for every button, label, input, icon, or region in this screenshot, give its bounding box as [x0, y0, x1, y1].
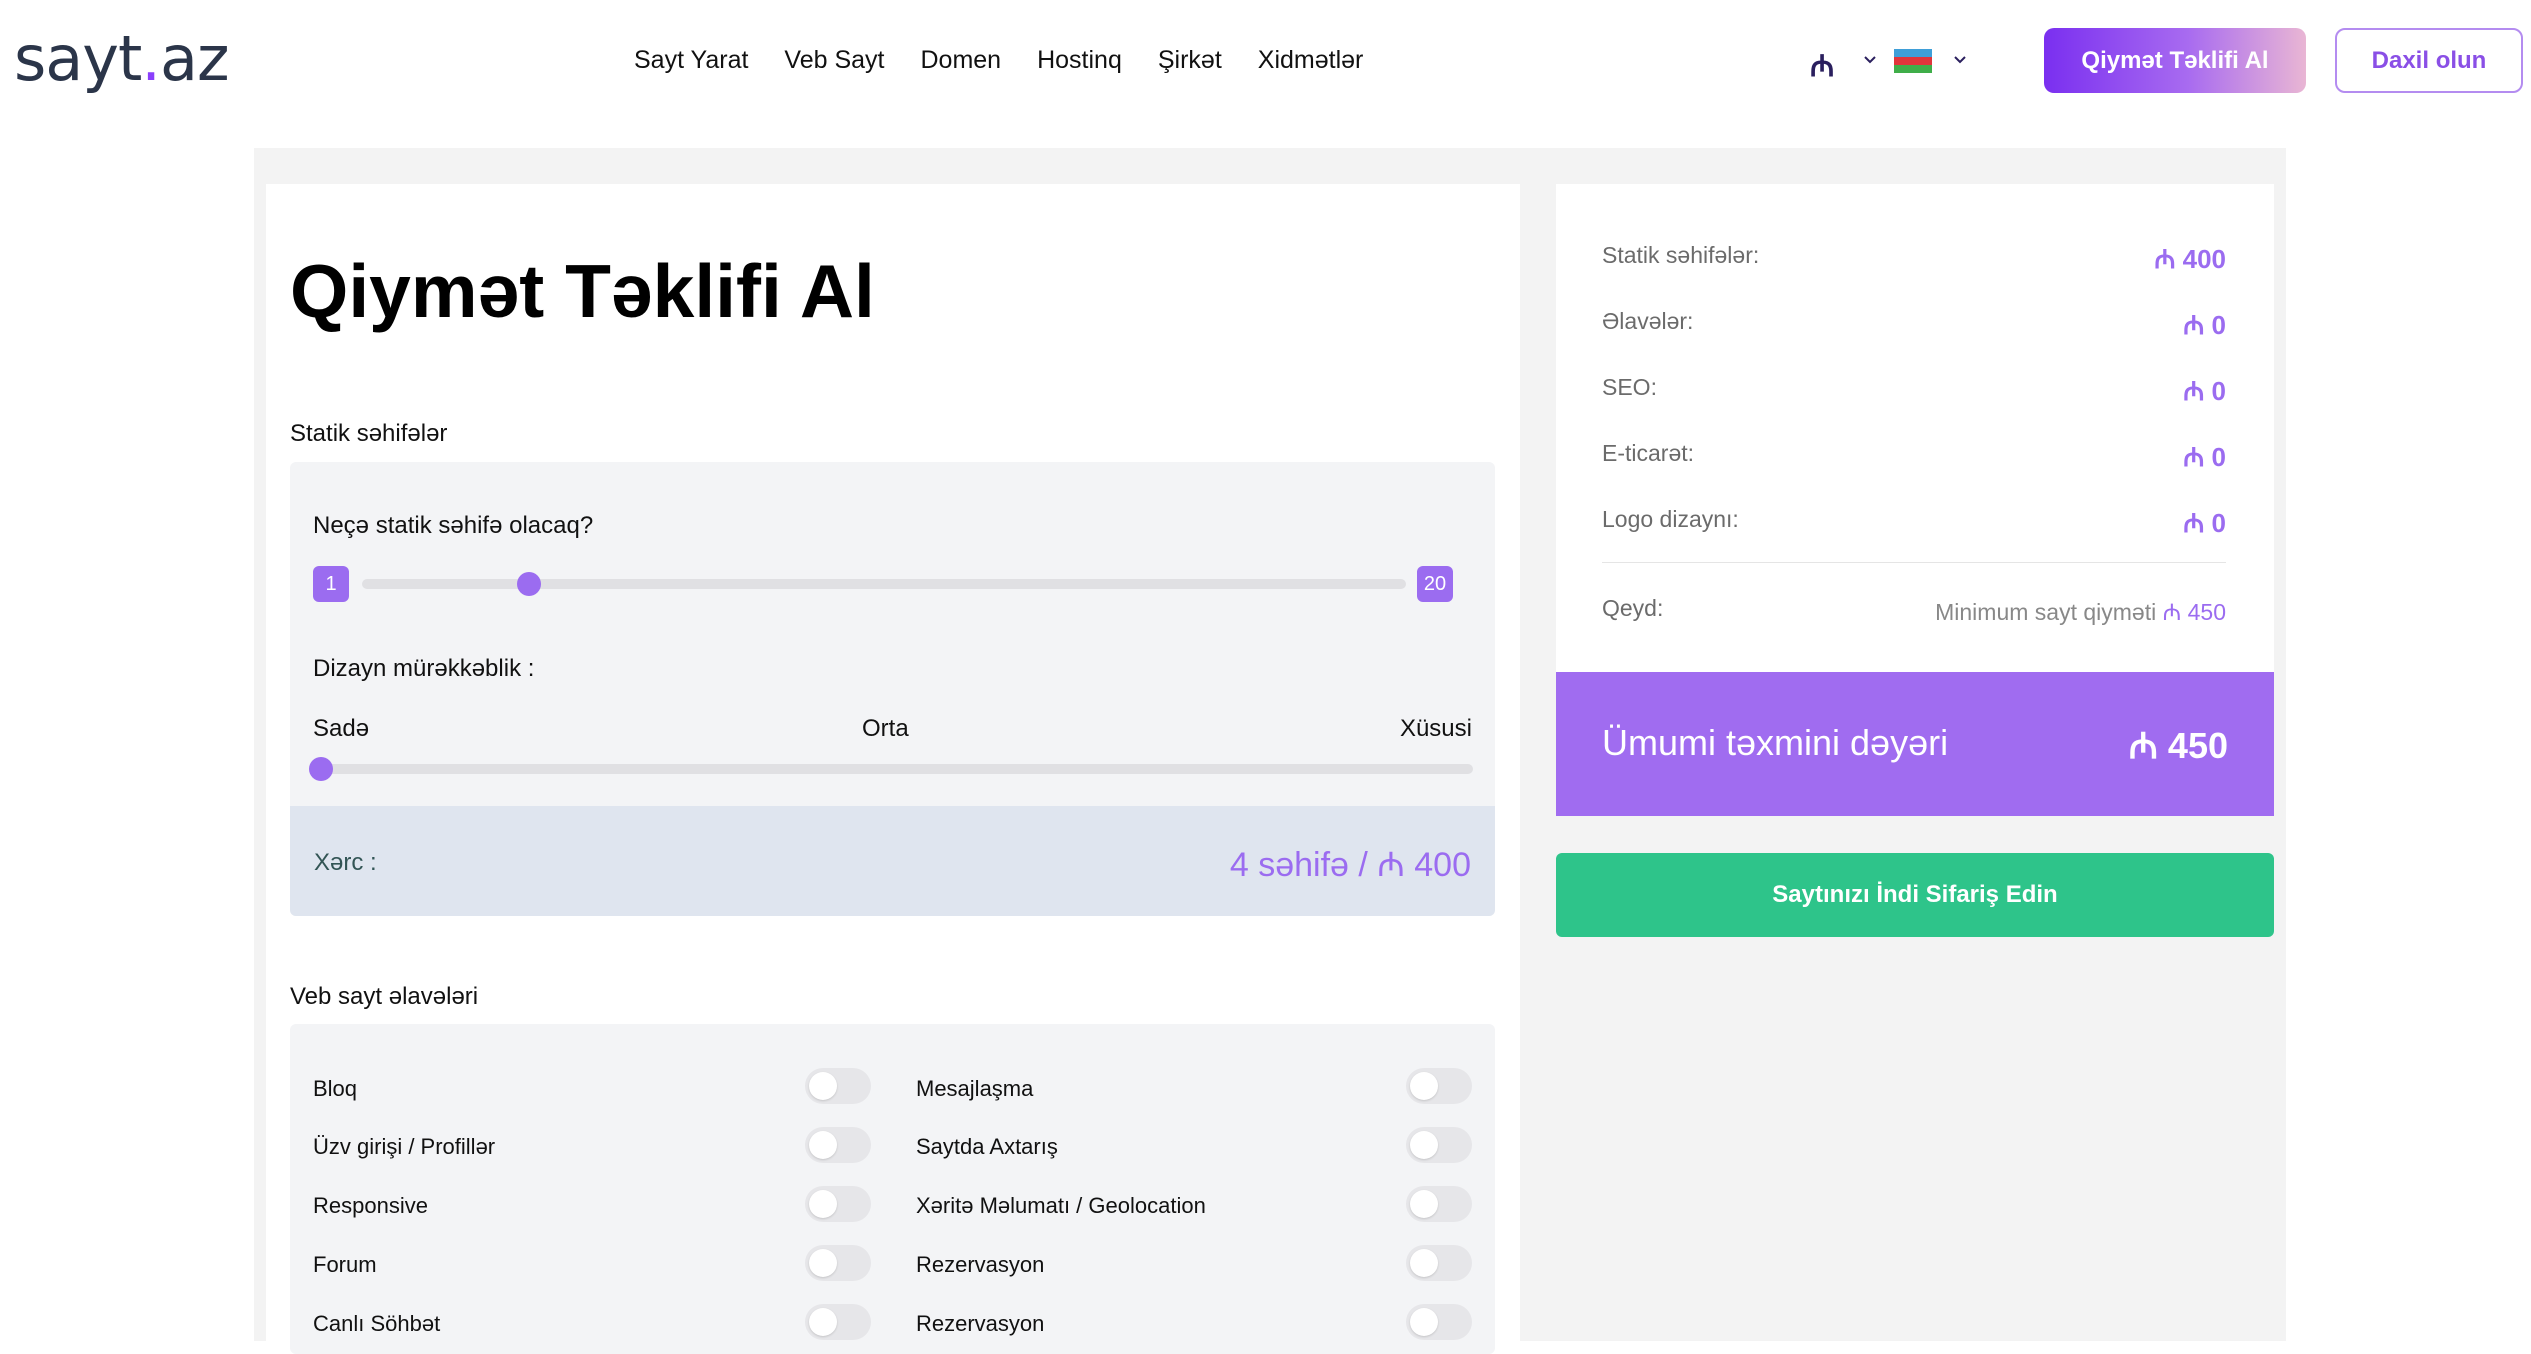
summary-label: Əlavələr:	[1602, 308, 1694, 334]
logo-text-main: sayt	[14, 22, 142, 95]
addon-label: Mesajlaşma	[916, 1076, 1034, 1101]
logo-text-tld: az	[160, 22, 230, 95]
nav-item-hostinq[interactable]: Hostinq	[1037, 46, 1122, 75]
summary-label: E-ticarət:	[1602, 440, 1695, 466]
design-level-custom: Xüsusi	[1399, 715, 1472, 742]
addon-label: Canlı Söhbət	[313, 1311, 441, 1336]
chevron-down-icon[interactable]	[1860, 50, 1880, 70]
summary-value: ₼ 0	[2183, 376, 2226, 406]
pages-min-badge: 1	[313, 566, 349, 602]
main-nav: Sayt Yarat Veb Sayt Domen Hostinq Şirkət…	[634, 46, 1363, 75]
addon-label: Saytda Axtarış	[916, 1134, 1058, 1159]
addon-label: Xəritə Məlumatı / Geolocation	[916, 1193, 1206, 1218]
summary-label: Statik səhifələr:	[1602, 242, 1760, 268]
summary-row-seo: SEO: ₼ 0	[1602, 368, 2226, 408]
summary-value: ₼ 0	[2183, 442, 2226, 472]
note-label: Qeyd:	[1602, 595, 1664, 621]
addon-toggle-responsive[interactable]	[805, 1186, 871, 1222]
pages-max-badge: 20	[1417, 566, 1453, 602]
addon-toggle-live-chat[interactable]	[805, 1304, 871, 1340]
get-quote-button[interactable]: Qiymət Təklifi Al	[2044, 28, 2306, 93]
addon-label: Üzv girişi / Profillər	[313, 1134, 496, 1159]
addon-toggle-forum[interactable]	[805, 1245, 871, 1281]
summary-divider	[1602, 562, 2226, 563]
logo-dot: .	[141, 22, 161, 95]
summary-value: ₼ 400	[2154, 244, 2226, 274]
addon-toggle-reservation-2[interactable]	[1406, 1304, 1472, 1340]
summary-row-addons: Əlavələr: ₼ 0	[1602, 302, 2226, 342]
cost-summary-bar: Xərc : 4 səhifə / ₼ 400	[290, 806, 1495, 916]
note-text: Minimum sayt qiyməti ₼ 450	[1935, 595, 2226, 627]
total-label: Ümumi təxmini dəyəri	[1602, 722, 1949, 763]
page-title: Qiymət Təklifi Al	[290, 249, 875, 333]
chevron-down-icon[interactable]	[1950, 50, 1970, 70]
cost-label: Xərc :	[314, 849, 377, 876]
addon-label: Bloq	[313, 1076, 358, 1101]
addon-label: Responsive	[313, 1193, 428, 1218]
note-amount: ₼ 450	[2162, 599, 2226, 625]
summary-value: ₼ 0	[2183, 508, 2226, 538]
design-complexity-label: Dizayn mürəkkəblik :	[313, 655, 535, 682]
nav-item-sirket[interactable]: Şirkət	[1158, 46, 1222, 75]
cost-value: 4 səhifə / ₼ 400	[1229, 846, 1471, 884]
addon-toggle-site-search[interactable]	[1406, 1127, 1472, 1163]
nav-item-domen[interactable]: Domen	[921, 46, 1002, 75]
addon-label: Forum	[313, 1252, 377, 1277]
summary-row-static-pages: Statik səhifələr: ₼ 400	[1602, 236, 2226, 276]
pages-slider-thumb[interactable]	[517, 572, 542, 596]
summary-label: SEO:	[1602, 374, 1657, 400]
total-value: ₼ 450	[2128, 725, 2228, 766]
addon-toggle-geolocation[interactable]	[1406, 1186, 1472, 1222]
summary-row-logo-design: Logo dizaynı: ₼ 0	[1602, 500, 2226, 540]
design-slider-thumb[interactable]	[309, 757, 333, 781]
note-text-prefix: Minimum sayt qiyməti	[1935, 599, 2163, 625]
design-level-medium: Orta	[862, 715, 909, 742]
site-logo[interactable]: sayt.az	[14, 22, 230, 95]
addons-heading: Veb sayt əlavələri	[290, 983, 479, 1010]
nav-item-veb-sayt[interactable]: Veb Sayt	[784, 46, 884, 75]
azerbaijan-flag-icon[interactable]	[1894, 49, 1932, 73]
order-now-button[interactable]: Saytınızı İndi Sifariş Edin	[1556, 853, 2274, 937]
addon-label: Rezervasyon	[916, 1311, 1045, 1336]
total-estimate-box: Ümumi təxmini dəyəri ₼ 450	[1556, 672, 2274, 816]
summary-row-ecommerce: E-ticarət: ₼ 0	[1602, 434, 2226, 474]
nav-item-sayt-yarat[interactable]: Sayt Yarat	[634, 46, 748, 75]
login-button[interactable]: Daxil olun	[2335, 28, 2523, 93]
pages-count-question: Neçə statik səhifə olacaq?	[313, 512, 594, 539]
addon-toggle-messaging[interactable]	[1406, 1068, 1472, 1104]
addons-panel: Bloq Mesajlaşma Üzv girişi / Profillər S…	[290, 1024, 1495, 1354]
summary-label: Logo dizaynı:	[1602, 506, 1739, 532]
site-header: sayt.az Sayt Yarat Veb Sayt Domen Hostin…	[0, 0, 2531, 140]
addon-toggle-blog[interactable]	[805, 1068, 871, 1104]
addon-toggle-reservation[interactable]	[1406, 1245, 1472, 1281]
addon-toggle-member-login[interactable]	[805, 1127, 871, 1163]
addon-label: Rezervasyon	[916, 1252, 1045, 1277]
summary-value: ₼ 0	[2183, 310, 2226, 340]
currency-selector[interactable]: ₼	[1810, 44, 1834, 85]
design-level-simple: Sadə	[313, 715, 370, 742]
design-slider-track[interactable]	[313, 764, 1473, 774]
nav-item-xidmetler[interactable]: Xidmətlər	[1258, 46, 1364, 75]
static-pages-heading: Statik səhifələr	[290, 420, 448, 447]
